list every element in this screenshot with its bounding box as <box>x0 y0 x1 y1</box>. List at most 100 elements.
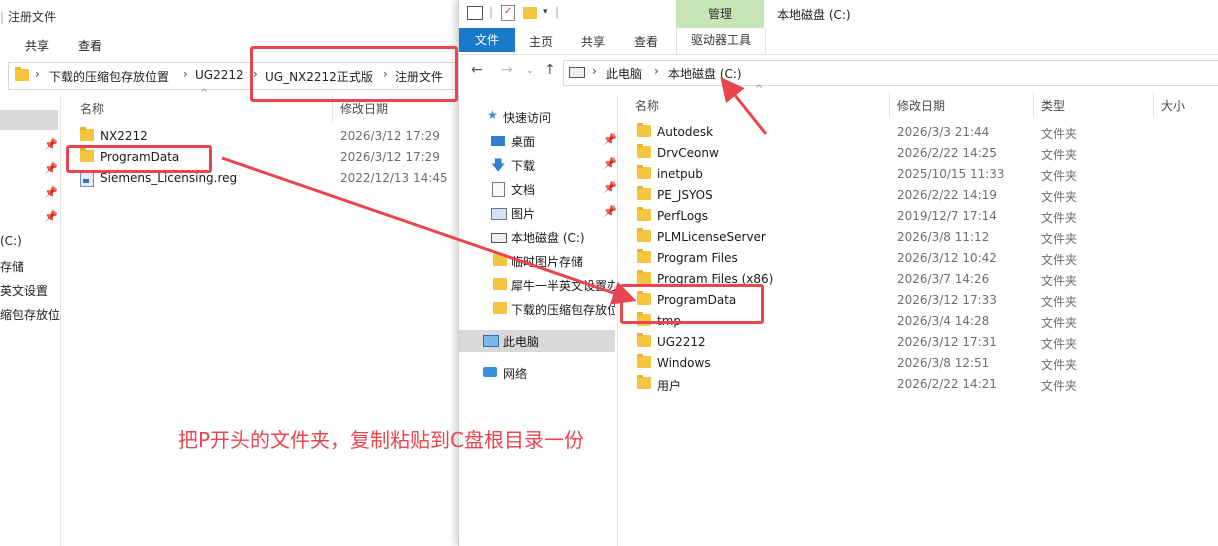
tab-share[interactable]: 共享 <box>581 33 605 50</box>
file-name: NX2212 <box>100 129 148 143</box>
nav-item-downloads[interactable]: 🡇 下载 📌 <box>459 154 617 176</box>
nav-item[interactable]: 缩包存放位 <box>0 306 60 323</box>
network-icon <box>483 367 497 377</box>
address-bar[interactable]: › 此电脑 › 本地磁盘 (C:) <box>563 60 1218 86</box>
column-divider[interactable] <box>889 92 890 118</box>
file-type: 文件夹 <box>1041 379 1078 393</box>
nav-item-label: 此电脑 <box>503 335 540 349</box>
nav-item-documents[interactable]: 文档 📌 <box>459 178 617 200</box>
new-folder-icon[interactable] <box>523 7 537 19</box>
file-row[interactable]: PLMLicenseServer 2026/3/8 11:12 文件夹 <box>637 227 1218 248</box>
file-row[interactable]: UG2212 2026/3/12 17:31 文件夹 <box>637 332 1218 353</box>
column-header-date[interactable]: 修改日期 <box>897 97 945 114</box>
pin-icon: 📌 <box>44 186 58 199</box>
chevron-down-icon[interactable]: ⌄ <box>526 66 534 76</box>
nav-item-folder[interactable]: 犀牛一半英文设置办 <box>459 274 617 296</box>
file-row[interactable]: Program Files 2026/3/12 10:42 文件夹 <box>637 248 1218 269</box>
nav-item-local-disk-c[interactable]: 本地磁盘 (C:) <box>459 226 617 248</box>
properties-icon[interactable]: ✓ <box>501 5 515 21</box>
folder-icon <box>637 333 651 347</box>
nav-item-drive-c[interactable]: (C:) <box>0 234 22 248</box>
ribbon-tab-bar <box>459 28 1218 55</box>
folder-icon <box>493 302 507 314</box>
highlight-box-source-programdata <box>66 145 212 173</box>
picture-icon <box>491 208 507 220</box>
column-header-name[interactable]: 名称 <box>80 100 104 117</box>
folder-icon <box>637 165 651 179</box>
nav-item-desktop[interactable]: 桌面 📌 <box>459 130 617 152</box>
column-divider[interactable] <box>1153 92 1154 118</box>
forward-arrow-icon[interactable]: → <box>501 62 513 78</box>
file-row[interactable]: PerfLogs 2019/12/7 17:14 文件夹 <box>637 206 1218 227</box>
window-title: | 注册文件 <box>0 10 57 24</box>
pin-icon: 📌 <box>44 210 58 223</box>
navigation-pane: 📌 📌 📌 📌 (C:) 存储 英文设置 缩包存放位 <box>0 96 61 546</box>
column-header-type[interactable]: 类型 <box>1041 97 1065 114</box>
breadcrumb-item[interactable]: UG2212 <box>195 68 244 82</box>
toolbar-separator: | <box>555 5 560 19</box>
file-type: 文件夹 <box>1041 274 1078 288</box>
nav-item-pictures[interactable]: 图片 📌 <box>459 202 617 224</box>
folder-icon <box>637 123 651 137</box>
tab-share[interactable]: 共享 <box>25 37 49 54</box>
breadcrumb-item[interactable]: 下载的压缩包存放位置 <box>49 68 169 85</box>
chevron-right-icon: › <box>592 64 597 78</box>
nav-item-this-pc[interactable]: 此电脑 <box>459 330 617 352</box>
file-name: PLMLicenseServer <box>657 230 766 244</box>
nav-item[interactable]: 存储 <box>0 258 24 275</box>
tab-manage[interactable]: 管理 <box>676 0 764 28</box>
file-date: 2026/3/4 14:28 <box>897 314 990 328</box>
tab-view[interactable]: 查看 <box>634 33 658 50</box>
file-date: 2026/3/7 14:26 <box>897 272 990 286</box>
tab-view[interactable]: 查看 <box>78 37 102 54</box>
folder-icon <box>637 228 651 242</box>
file-date: 2026/2/22 14:21 <box>897 377 997 391</box>
tab-drive-tools[interactable]: 驱动器工具 <box>676 28 766 54</box>
file-date: 2019/12/7 17:14 <box>897 209 997 223</box>
nav-item-network[interactable]: 网络 <box>459 362 617 384</box>
pin-icon: 📌 <box>603 181 617 194</box>
file-type: 文件夹 <box>1041 358 1078 372</box>
file-date: 2026/2/22 14:19 <box>897 188 997 202</box>
file-date: 2026/3/12 17:31 <box>897 335 997 349</box>
file-row[interactable]: 用户 2026/2/22 14:21 文件夹 <box>637 374 1218 395</box>
file-row[interactable]: PE_JSYOS 2026/2/22 14:19 文件夹 <box>637 185 1218 206</box>
up-arrow-icon[interactable]: ↑ <box>544 62 556 78</box>
file-row[interactable]: Windows 2026/3/8 12:51 文件夹 <box>637 353 1218 374</box>
file-name: Windows <box>657 356 711 370</box>
sort-up-icon: ^ <box>755 84 764 95</box>
file-date: 2026/3/12 17:29 <box>340 129 440 143</box>
desktop-icon <box>491 136 505 146</box>
chevron-down-icon[interactable]: ▾ <box>543 7 548 17</box>
breadcrumb-item[interactable]: 本地磁盘 (C:) <box>668 65 742 82</box>
tab-file[interactable]: 文件 <box>459 28 515 52</box>
nav-item-label: 本地磁盘 (C:) <box>511 231 585 245</box>
nav-item-folder[interactable]: 临时图片存储 <box>459 250 617 272</box>
drive-small-icon[interactable] <box>467 6 483 20</box>
breadcrumb-item[interactable]: 此电脑 <box>606 65 642 82</box>
file-name: DrvCeonw <box>657 146 719 160</box>
folder-icon <box>637 249 651 263</box>
pin-icon: 📌 <box>44 162 58 175</box>
nav-item-quick-access[interactable]: ★ 快速访问 <box>459 106 617 128</box>
column-header-size[interactable]: 大小 <box>1161 97 1185 114</box>
file-name: 用户 <box>657 379 682 393</box>
back-arrow-icon[interactable]: ← <box>471 62 483 78</box>
nav-item[interactable]: 英文设置 <box>0 282 48 299</box>
column-divider[interactable] <box>1033 92 1034 118</box>
file-name: Siemens_Licensing.reg <box>100 171 238 185</box>
file-row[interactable]: inetpub 2025/10/15 11:33 文件夹 <box>637 164 1218 185</box>
file-type: 文件夹 <box>1041 190 1078 204</box>
file-date: 2026/2/22 14:25 <box>897 146 997 160</box>
tab-home[interactable]: 主页 <box>529 33 553 50</box>
file-date: 2026/3/8 11:12 <box>897 230 990 244</box>
file-row[interactable]: Autodesk 2026/3/3 21:44 文件夹 <box>637 122 1218 143</box>
file-row[interactable]: NX2212 2026/3/12 17:29 <box>80 127 458 147</box>
file-row[interactable]: DrvCeonw 2026/2/22 14:25 文件夹 <box>637 143 1218 164</box>
column-header-name[interactable]: 名称 <box>635 97 659 114</box>
sort-up-icon: ^ <box>200 88 209 99</box>
nav-item-folder[interactable]: 下载的压缩包存放位 <box>459 298 617 320</box>
nav-selected-item[interactable] <box>0 110 58 130</box>
folder-icon <box>493 278 507 290</box>
column-header-date[interactable]: 修改日期 <box>340 100 388 117</box>
